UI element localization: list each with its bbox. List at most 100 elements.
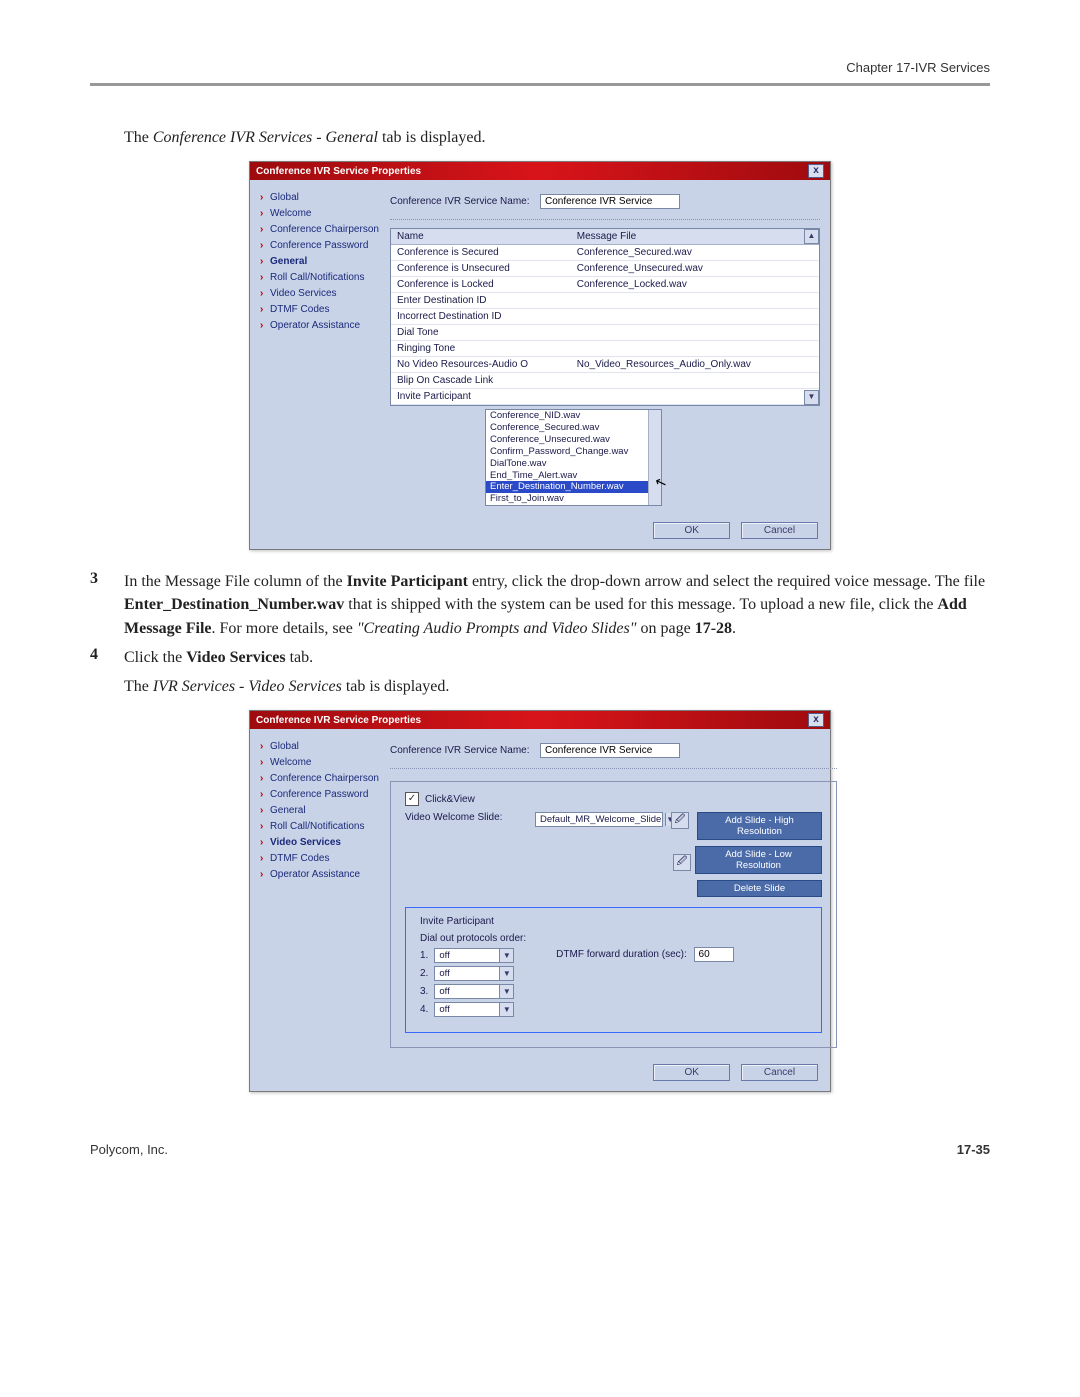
cancel-button[interactable]: Cancel [741,1064,818,1081]
table-row[interactable]: Invite Participant [391,389,819,405]
protocol-row: 2.off▼ [420,966,526,981]
table-cell: Conference is Unsecured [391,261,571,277]
ok-button[interactable]: OK [653,522,730,539]
dropdown-item[interactable]: End_Time_Alert.wav [486,470,661,482]
page-footer: Polycom, Inc. 17-35 [90,1142,990,1157]
table-cell: Blip On Cascade Link [391,373,571,389]
sidebar-item[interactable]: Global [260,190,380,206]
sidebar-item[interactable]: Video Services [260,286,380,302]
sidebar-item[interactable]: Conference Chairperson [260,222,380,238]
table-row[interactable]: No Video Resources-Audio ONo_Video_Resou… [391,357,819,373]
table-cell: No Video Resources-Audio O [391,357,571,373]
dialog-sidebar: GlobalWelcomeConference ChairpersonConfe… [260,190,380,506]
table-row[interactable]: Conference is LockedConference_Locked.wa… [391,277,819,293]
protocol-row: 1. off▼ [420,948,526,963]
document-page: Chapter 17-IVR Services The Conference I… [0,0,1080,1197]
dialog-main: Conference IVR Service Name: ✓ Click&Vie… [390,739,837,1048]
add-slide-low-button[interactable]: Add Slide - Low Resolution [695,846,822,874]
ok-button[interactable]: OK [653,1064,730,1081]
dropdown-item[interactable]: Conference_Unsecured.wav [486,434,661,446]
table-cell [571,389,819,405]
step-number: 3 [90,570,124,640]
dtmf-duration-label: DTMF forward duration (sec): [556,949,687,960]
sidebar-item[interactable]: Video Services [260,835,380,851]
dialog-title: Conference IVR Service Properties [256,715,421,726]
service-name-input[interactable] [540,194,680,209]
dropdown-item[interactable]: Conference_NID.wav [486,410,661,422]
sidebar-item[interactable]: Welcome [260,206,380,222]
sidebar-item[interactable]: Conference Chairperson [260,771,380,787]
dropdown-item[interactable]: Conference_Secured.wav [486,422,661,434]
sidebar-item[interactable]: Operator Assistance [260,867,380,883]
sidebar-item[interactable]: Conference Password [260,238,380,254]
protocol-select[interactable]: off▼ [434,948,514,963]
click-view-checkbox[interactable]: ✓ [405,792,419,806]
sidebar-item[interactable]: Operator Assistance [260,318,380,334]
table-row[interactable]: Conference is SecuredConference_Secured.… [391,245,819,261]
table-cell: Ringing Tone [391,341,571,357]
chevron-down-icon[interactable]: ▼ [499,985,513,998]
dropdown-item[interactable]: Enter_Destination_Number.wav [486,481,661,493]
chevron-down-icon[interactable]: ▼ [499,949,513,962]
table-row[interactable]: Incorrect Destination ID [391,309,819,325]
table-cell: Conference_Unsecured.wav [571,261,819,277]
table-cell: Incorrect Destination ID [391,309,571,325]
browse-icon[interactable]: 🖉 [671,812,689,829]
table-cell [571,341,819,357]
dial-order-label: Dial out protocols order: [420,933,526,944]
sidebar-item[interactable]: DTMF Codes [260,851,380,867]
service-name-input[interactable] [540,743,680,758]
ivr-properties-dialog-general: Conference IVR Service Properties x Glob… [249,161,831,550]
add-slide-high-button[interactable]: Add Slide - High Resolution [697,812,822,840]
dialog-titlebar: Conference IVR Service Properties x [250,162,830,180]
table-cell [571,373,819,389]
table-row[interactable]: Blip On Cascade Link [391,373,819,389]
table-row[interactable]: Dial Tone [391,325,819,341]
chapter-header: Chapter 17-IVR Services [90,60,990,75]
dtmf-duration-input[interactable] [694,947,734,962]
table-row[interactable]: Conference is UnsecuredConference_Unsecu… [391,261,819,277]
protocol-select[interactable]: off▼ [434,1002,514,1017]
dropdown-item[interactable]: Confirm_Password_Change.wav [486,446,661,458]
header-divider [90,83,990,86]
table-cell: Conference is Locked [391,277,571,293]
dialog-main: Conference IVR Service Name: ▲ ▼ Name Me… [390,190,820,506]
delete-slide-button[interactable]: Delete Slide [697,880,822,897]
sidebar-item[interactable]: Global [260,739,380,755]
protocol-number: 1. [420,950,428,961]
dropdown-item[interactable]: DialTone.wav [486,458,661,470]
table-cell: Enter Destination ID [391,293,571,309]
intro-text: The Conference IVR Services - General ta… [124,126,990,149]
browse-icon[interactable]: 🖉 [673,854,691,871]
cancel-button[interactable]: Cancel [741,522,818,539]
protocol-select[interactable]: off▼ [434,966,514,981]
table-cell: Conference is Secured [391,245,571,261]
table-row[interactable]: Enter Destination ID [391,293,819,309]
sidebar-item[interactable]: Roll Call/Notifications [260,819,380,835]
table-header-name: Name [391,229,571,245]
protocol-number: 4. [420,1004,428,1015]
scroll-up-icon[interactable]: ▲ [804,229,819,244]
chevron-down-icon[interactable]: ▼ [499,967,513,980]
sidebar-item[interactable]: DTMF Codes [260,302,380,318]
sidebar-item[interactable]: Roll Call/Notifications [260,270,380,286]
table-cell: Dial Tone [391,325,571,341]
close-icon[interactable]: x [808,713,824,727]
sidebar-item[interactable]: General [260,803,380,819]
dialog-sidebar: GlobalWelcomeConference ChairpersonConfe… [260,739,380,1048]
sidebar-item[interactable]: Conference Password [260,787,380,803]
message-file-dropdown[interactable]: Conference_NID.wavConference_Secured.wav… [485,409,662,506]
chevron-down-icon[interactable]: ▼ [499,1003,513,1016]
service-name-label: Conference IVR Service Name: [390,196,530,207]
protocol-select[interactable]: off▼ [434,984,514,999]
sidebar-item[interactable]: General [260,254,380,270]
table-cell: Conference_Secured.wav [571,245,819,261]
close-icon[interactable]: x [808,164,824,178]
sidebar-item[interactable]: Welcome [260,755,380,771]
welcome-slide-select[interactable]: Default_MR_Welcome_Slide ▼ [535,812,663,827]
table-row[interactable]: Ringing Tone [391,341,819,357]
step-number: 4 [90,646,124,669]
scroll-down-icon[interactable]: ▼ [804,390,819,405]
invite-header: Invite Participant [420,916,807,927]
dropdown-item[interactable]: First_to_Join.wav [486,493,661,505]
